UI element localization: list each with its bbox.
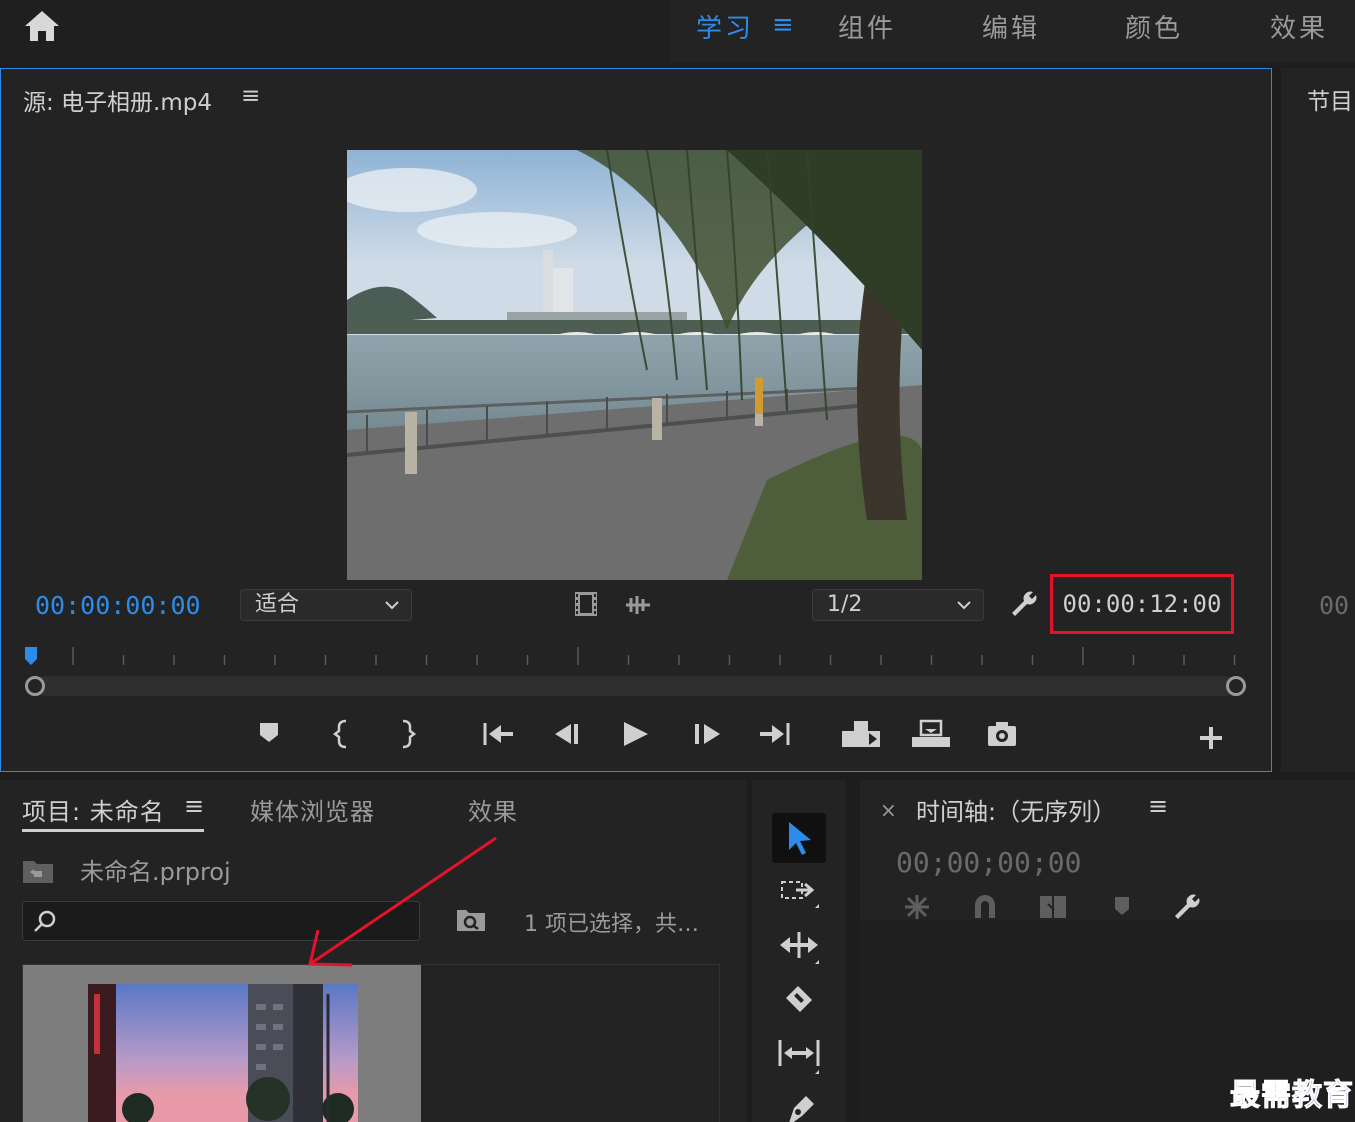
scrollbar-handle-left[interactable] xyxy=(25,676,45,696)
source-duration-value: 00:00:12:00 xyxy=(1062,590,1222,618)
plus-icon[interactable] xyxy=(1200,727,1222,749)
transport-controls xyxy=(260,719,1222,749)
source-timecode-in[interactable]: 00:00:00:00 xyxy=(35,591,201,620)
wrench-icon[interactable] xyxy=(1172,892,1202,922)
zoom-fit-dropdown[interactable]: 适合 xyxy=(240,589,412,621)
add-marker-icon[interactable] xyxy=(260,723,278,742)
tab-project[interactable]: 项目: 未命名 xyxy=(22,792,165,827)
workspace-tab-effects[interactable]: 效果 xyxy=(1270,8,1328,45)
tab-media-browser[interactable]: 媒体浏览器 xyxy=(250,792,375,827)
workspace-tabs: 学习 ≡ 组件 编辑 颜色 效果 xyxy=(670,0,1355,62)
waveform-icon[interactable] xyxy=(623,594,653,616)
overwrite-icon[interactable] xyxy=(912,719,950,747)
zoom-scrollbar[interactable] xyxy=(35,676,1235,696)
ripple-edit-tool-icon[interactable] xyxy=(772,922,826,972)
camera-icon[interactable] xyxy=(988,722,1016,746)
workspace-tab-color[interactable]: 颜色 xyxy=(1125,8,1183,45)
folder-icon[interactable] xyxy=(22,858,54,884)
clip-thumbnail-image xyxy=(88,984,358,1122)
snap-magnet-icon[interactable] xyxy=(972,892,998,922)
source-video-frame xyxy=(347,150,922,580)
clip-thumbnail[interactable] xyxy=(23,965,421,1122)
selection-tool-icon[interactable] xyxy=(772,813,826,863)
project-panel: 项目: 未命名 ≡ 媒体浏览器 效果 未命名.prproj 1 项已选择，共… xyxy=(0,780,746,1122)
new-bin-icon[interactable] xyxy=(456,908,486,932)
workspace-menu-icon[interactable]: ≡ xyxy=(772,10,794,40)
playback-resolution-value: 1/2 xyxy=(827,592,863,617)
time-ruler[interactable] xyxy=(25,645,1241,675)
insert-icon[interactable] xyxy=(842,721,880,747)
search-icon xyxy=(34,910,56,932)
scrollbar-handle-right[interactable] xyxy=(1226,676,1246,696)
source-monitor-panel: 源: 电子相册.mp4 ≡ 00:00:00:00 适合 1/2 00:00:1… xyxy=(0,68,1272,772)
pen-tool-icon[interactable] xyxy=(772,1086,826,1122)
timeline-title[interactable]: 时间轴:（无序列） xyxy=(916,792,1116,827)
play-icon[interactable] xyxy=(624,722,648,746)
go-to-in-icon[interactable] xyxy=(483,723,513,745)
project-file-name: 未命名.prproj xyxy=(80,858,231,886)
film-icon[interactable] xyxy=(573,591,599,617)
video-frame-image xyxy=(347,150,922,580)
selection-status: 1 项已选择，共… xyxy=(524,912,699,937)
timeline-menu-icon[interactable]: ≡ xyxy=(1148,792,1168,820)
search-input[interactable] xyxy=(22,901,420,941)
step-forward-icon[interactable] xyxy=(695,724,720,744)
step-back-icon[interactable] xyxy=(555,724,578,744)
zoom-fit-value: 适合 xyxy=(255,592,300,617)
chevron-down-icon xyxy=(957,601,971,610)
slip-tool-icon[interactable] xyxy=(772,1030,826,1080)
tools-panel xyxy=(752,780,846,1122)
top-bar: 学习 ≡ 组件 编辑 颜色 效果 xyxy=(0,0,1355,66)
project-items-area xyxy=(22,964,720,1122)
watermark-logo: 最需教育 xyxy=(1230,1078,1354,1114)
close-icon[interactable]: × xyxy=(880,798,897,822)
playback-resolution-dropdown[interactable]: 1/2 xyxy=(812,589,984,621)
razor-tool-icon[interactable] xyxy=(772,976,826,1026)
workspace-tab-learn[interactable]: 学习 xyxy=(696,8,754,45)
active-tab-indicator xyxy=(22,829,204,832)
go-to-out-icon[interactable] xyxy=(760,723,790,745)
program-timecode[interactable]: 00: xyxy=(1319,591,1355,620)
program-monitor-title[interactable]: 节目 xyxy=(1307,82,1353,116)
wrench-icon[interactable] xyxy=(1009,589,1039,619)
tab-effects[interactable]: 效果 xyxy=(468,792,518,827)
source-monitor-title[interactable]: 源: 电子相册.mp4 xyxy=(23,83,212,117)
nest-sequence-icon[interactable] xyxy=(902,892,932,922)
workspace-tab-editing[interactable]: 编辑 xyxy=(982,8,1040,45)
timeline-timecode[interactable]: 00;00;00;00 xyxy=(896,846,1081,879)
program-monitor-panel: 节目 00: xyxy=(1281,68,1355,772)
track-select-tool-icon[interactable] xyxy=(772,868,826,918)
add-marker-icon[interactable] xyxy=(1112,892,1132,920)
home-icon[interactable] xyxy=(22,8,62,44)
linked-selection-icon[interactable] xyxy=(1038,892,1068,922)
mark-in-icon[interactable] xyxy=(332,719,347,749)
mark-out-icon[interactable] xyxy=(402,719,417,749)
workspace-tab-assembly[interactable]: 组件 xyxy=(838,8,896,45)
source-duration-timecode[interactable]: 00:00:12:00 xyxy=(1050,574,1234,634)
chevron-down-icon xyxy=(385,601,399,610)
panel-menu-icon[interactable]: ≡ xyxy=(241,83,260,109)
project-menu-icon[interactable]: ≡ xyxy=(184,792,205,820)
